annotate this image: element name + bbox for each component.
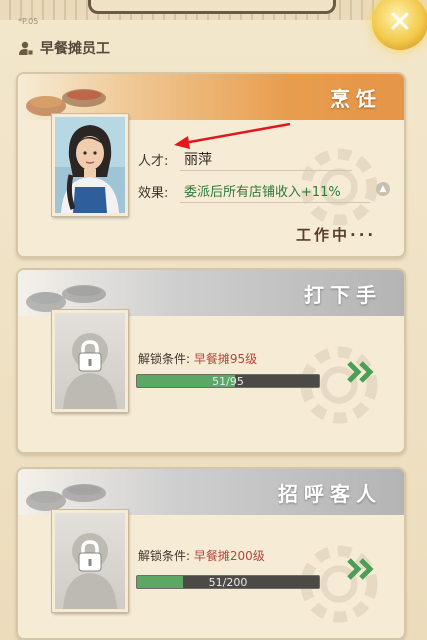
double-chevron-right-icon[interactable]	[346, 360, 376, 384]
slot-banner: 招呼客人	[18, 469, 404, 515]
effect-underline	[180, 202, 370, 203]
page-code: *P.05	[18, 17, 39, 26]
slot-title: 烹饪	[330, 87, 382, 111]
unlock-progress-bar: 51/200	[136, 575, 320, 589]
staff-slot-cooking: 烹饪 人才: 丽萍 效果: 委派后所有店铺收入+11% ▲ 工作中···	[16, 72, 406, 258]
staff-person-icon	[19, 41, 34, 56]
slot-title: 招呼客人	[278, 482, 382, 506]
talent-name: 丽萍	[184, 152, 212, 168]
staff-slot-greeter: 招呼客人 解锁条件: 早餐摊200级 51/200	[16, 467, 406, 640]
unlock-requirement: 早餐摊200级	[193, 549, 265, 563]
staff-slot-helper: 打下手 解锁条件: 早餐摊95级 51/95	[16, 268, 406, 454]
locked-portrait	[51, 309, 129, 413]
close-button[interactable]: ✕	[372, 0, 427, 50]
page-title: 早餐摊员工	[40, 41, 110, 57]
lock-icon	[78, 540, 102, 572]
working-status: 工作中···	[296, 226, 377, 244]
slot-title: 打下手	[304, 283, 382, 307]
lock-icon	[78, 340, 102, 372]
unlock-condition: 解锁条件: 早餐摊200级	[138, 547, 265, 564]
talent-underline	[180, 170, 352, 171]
staff-portrait[interactable]	[51, 113, 129, 217]
locked-portrait	[51, 509, 129, 613]
arrow-up-icon[interactable]: ▲	[376, 182, 390, 196]
annotation-arrow-icon	[174, 122, 291, 149]
progress-text: 51/95	[212, 374, 244, 388]
unlock-requirement: 早餐摊95级	[193, 352, 258, 366]
effect-text: 委派后所有店铺收入+11%	[184, 185, 341, 200]
effect-label: 效果:	[138, 186, 169, 201]
unlock-label: 解锁条件:	[138, 549, 191, 563]
chef-portrait-icon	[55, 117, 125, 213]
talent-label: 人才:	[138, 154, 169, 169]
close-icon: ✕	[387, 4, 413, 40]
unlock-label: 解锁条件:	[138, 352, 191, 366]
notebook-page: *P.05 ✕ 早餐摊员工 烹饪 人才: 丽萍 效果: 委派后所有店铺收入+11…	[0, 0, 427, 640]
double-chevron-right-icon[interactable]	[346, 557, 376, 581]
progress-text: 51/200	[208, 575, 248, 589]
unlock-progress-bar: 51/95	[136, 374, 320, 388]
page-header: 早餐摊员工	[18, 38, 110, 58]
top-tab	[88, 0, 336, 14]
unlock-condition: 解锁条件: 早餐摊95级	[138, 350, 257, 367]
food-bowls-icon	[26, 484, 106, 511]
